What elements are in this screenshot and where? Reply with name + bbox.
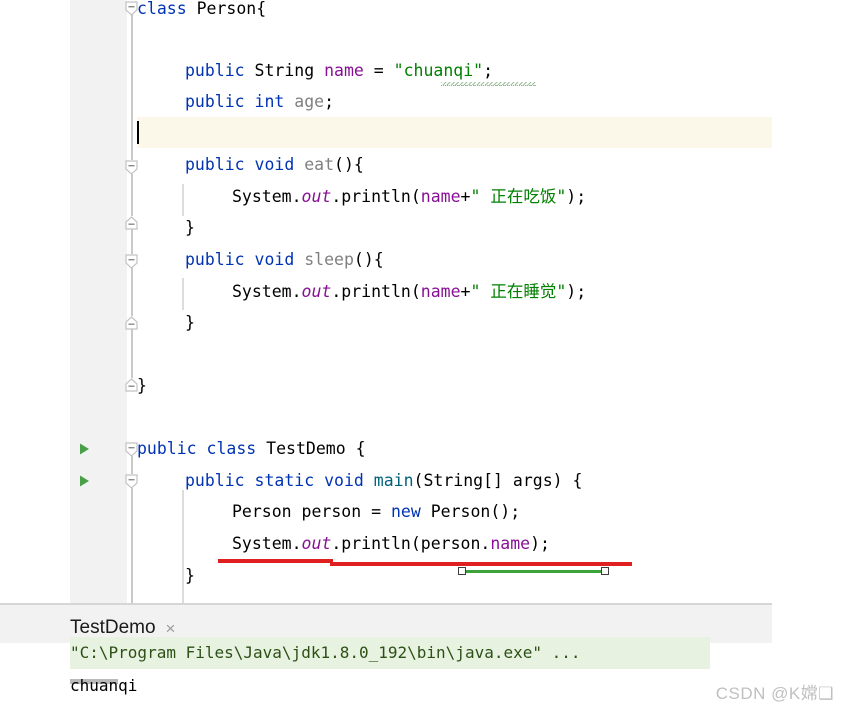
- run-play-icon[interactable]: [77, 442, 91, 456]
- code-line-7: System.out.println(name+" 正在吃饭");: [232, 187, 587, 206]
- spellcheck-squiggle: [441, 82, 536, 86]
- code-line-8: }: [185, 218, 195, 237]
- type-person: Person: [430, 502, 491, 521]
- code-line-19: }: [185, 566, 195, 585]
- code-line-6: public void eat(){: [185, 155, 364, 174]
- code-line-16: public static void main(String[] args) {: [185, 471, 583, 490]
- param-args: args: [512, 471, 553, 490]
- run-console-panel: TestDemo × "C:\Program Files\Java\jdk1.8…: [0, 603, 772, 714]
- field-age: age: [294, 92, 325, 111]
- field-out: out: [301, 534, 332, 553]
- method-sleep: sleep: [304, 250, 354, 269]
- editor-gutter[interactable]: [70, 0, 127, 603]
- run-tab-label: TestDemo: [70, 617, 156, 638]
- code-line-15: public class TestDemo {: [137, 439, 366, 458]
- keyword-public: public: [185, 61, 245, 80]
- keyword-int: int: [254, 92, 285, 111]
- code-editor[interactable]: class Person{ public String name = "chua…: [0, 0, 772, 603]
- method-println: println: [341, 187, 411, 206]
- code-line-18: System.out.println(person.name);: [232, 534, 550, 553]
- field-out: out: [301, 187, 332, 206]
- code-line-17: Person person = new Person();: [232, 502, 521, 521]
- type-person: Person: [232, 502, 292, 521]
- fold-connector-line: [131, 228, 133, 254]
- var-person: person: [420, 534, 481, 553]
- string-eating: " 正在吃饭": [470, 187, 567, 206]
- keyword-public: public: [185, 92, 245, 111]
- fold-connector-line: [131, 456, 133, 474]
- fold-connector-line: [131, 328, 133, 378]
- code-line-13: }: [137, 376, 147, 395]
- fold-connector-line: [131, 174, 133, 216]
- run-play-icon[interactable]: [77, 474, 91, 488]
- keyword-public: public: [185, 471, 245, 490]
- field-name: name: [324, 61, 364, 80]
- ident-system: System: [232, 187, 292, 206]
- code-line-4: public int age;: [185, 92, 335, 111]
- method-println: println: [341, 534, 411, 553]
- selection-handle-left[interactable]: [458, 567, 466, 575]
- ident-system: System: [232, 282, 292, 301]
- keyword-static: static: [254, 471, 315, 490]
- field-name: name: [490, 534, 531, 553]
- type-string: String: [254, 61, 315, 80]
- field-out: out: [301, 282, 332, 301]
- keyword-public: public: [137, 439, 197, 458]
- ident-system: System: [232, 534, 292, 553]
- selection-range-marker[interactable]: [461, 570, 607, 573]
- var-person: person: [301, 502, 362, 521]
- type-string: String: [423, 471, 484, 490]
- fold-connector-line: [131, 14, 133, 160]
- console-output-line: chuanqi: [70, 676, 138, 695]
- keyword-void: void: [254, 250, 295, 269]
- close-icon[interactable]: ×: [166, 620, 176, 637]
- watermark: CSDN @K嫦❑: [715, 684, 834, 703]
- error-underline: [218, 559, 333, 563]
- string-sleeping: " 正在睡觉": [470, 282, 567, 301]
- field-name: name: [420, 282, 461, 301]
- keyword-public: public: [185, 250, 245, 269]
- method-main: main: [373, 471, 414, 490]
- type-testdemo: TestDemo: [266, 439, 346, 458]
- ide-window: class Person{ public String name = "chua…: [0, 0, 848, 714]
- keyword-class: class: [206, 439, 257, 458]
- keyword-public: public: [185, 155, 245, 174]
- code-line-11: }: [185, 313, 195, 332]
- fold-connector-line: [131, 488, 133, 603]
- method-println: println: [341, 282, 411, 301]
- code-text[interactable]: class Person{ public String name = "chua…: [137, 0, 772, 603]
- field-name: name: [420, 187, 461, 206]
- keyword-class: class: [137, 0, 187, 18]
- code-line-1: class Person{: [137, 0, 267, 18]
- string-chuanqi: "chuanqi": [393, 61, 484, 80]
- keyword-void: void: [324, 471, 364, 490]
- type-person: Person: [196, 0, 257, 18]
- code-line-10: System.out.println(name+" 正在睡觉");: [232, 282, 587, 301]
- method-eat: eat: [304, 155, 335, 174]
- console-command-line: "C:\Program Files\Java\jdk1.8.0_192\bin\…: [70, 637, 710, 669]
- console-output[interactable]: "C:\Program Files\Java\jdk1.8.0_192\bin\…: [0, 637, 772, 714]
- keyword-void: void: [254, 155, 295, 174]
- fold-connector-line: [131, 268, 133, 316]
- error-underline: [330, 562, 632, 566]
- selection-handle-right[interactable]: [601, 567, 609, 575]
- code-line-9: public void sleep(){: [185, 250, 384, 269]
- keyword-new: new: [390, 502, 421, 521]
